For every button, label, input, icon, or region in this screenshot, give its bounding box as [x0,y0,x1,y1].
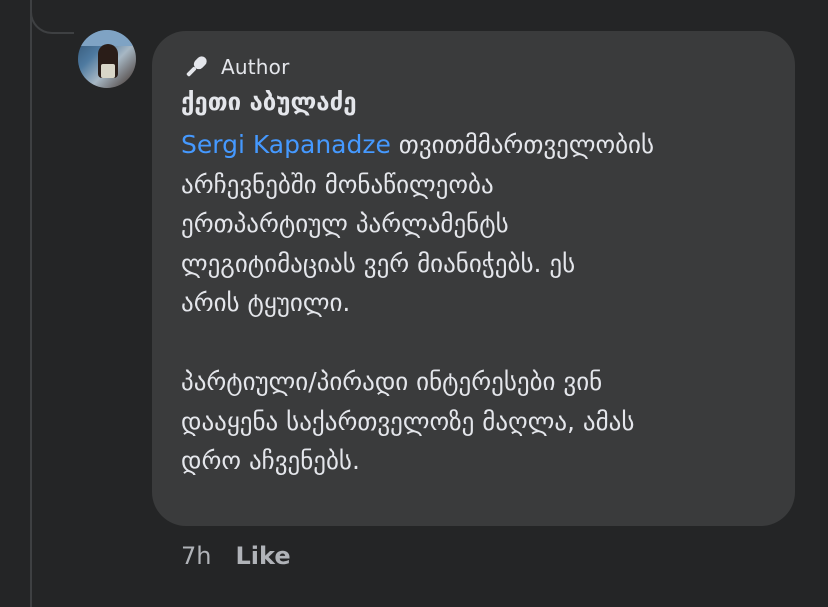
badge-label: Author [221,55,290,79]
comment-line: არის ტყუილი. [181,288,351,317]
like-button[interactable]: Like [235,542,290,570]
comment-line: ლეგიტიმაციას ვერ მიანიჭებს. ეს [181,248,576,278]
author-badge: Author [181,52,290,82]
paragraph-break [181,323,781,363]
timestamp[interactable]: 7h [181,542,211,570]
author-name[interactable]: ქეთი აბულაძე [181,88,357,116]
comment-line: Sergi Kapanadze თვითმმართველობის [181,130,655,159]
comment-actions: 7h Like [181,542,291,570]
comment-line: პარტიული/პირადი ინტერესები ვინ [181,367,603,396]
microphone-icon [181,53,211,81]
mention-link[interactable]: Sergi Kapanadze [181,130,391,159]
comment-text: Sergi Kapanadze თვითმმართველობის არჩევნე… [181,125,781,481]
avatar[interactable] [78,30,136,88]
comment-thread: Author ქეთი აბულაძე Sergi Kapanadze თვით… [0,0,828,607]
thread-connector [30,0,74,34]
comment-line: ერთპარტიულ პარლამენტს [181,209,509,238]
comment-line: დააყენა საქართველოზე მაღლა, ამას [181,406,635,436]
thread-line [30,0,32,607]
comment-line: დრო აჩვენებს. [181,446,360,475]
comment-line: არჩევნებში მონაწილეობა [181,169,494,199]
